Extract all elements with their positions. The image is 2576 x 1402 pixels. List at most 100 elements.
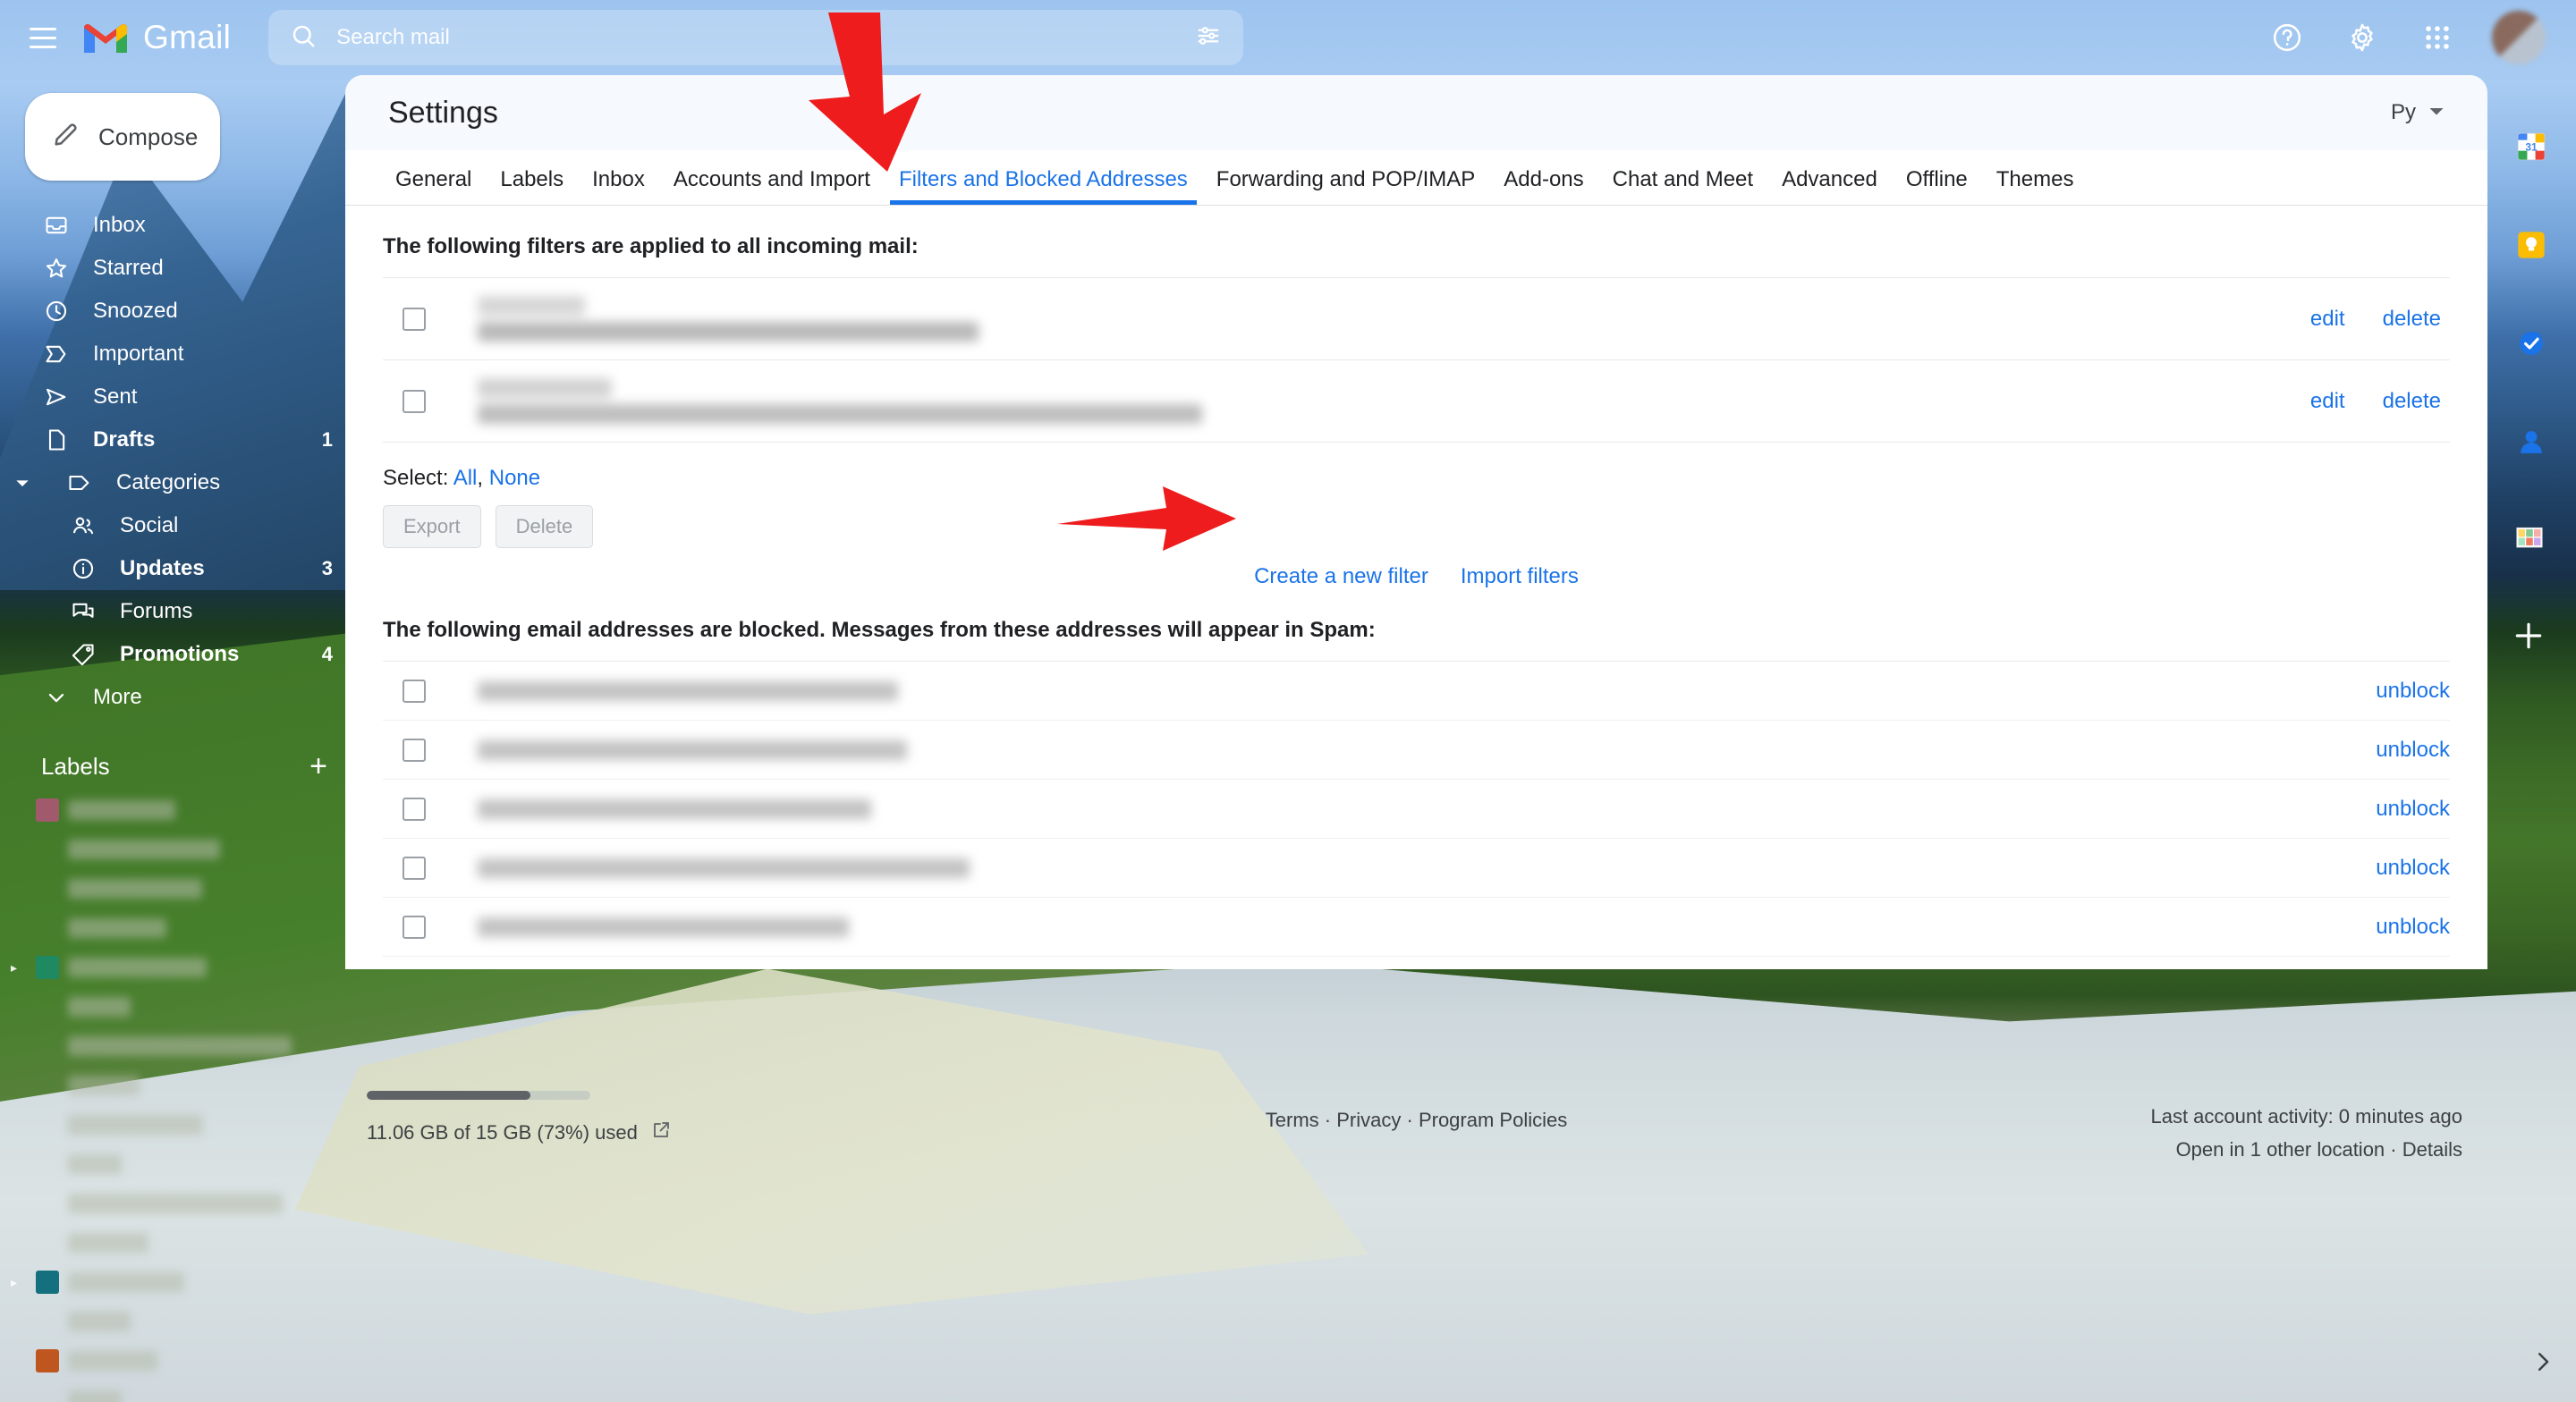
- label-list-item[interactable]: [0, 1184, 358, 1223]
- sidebar-item-sent[interactable]: Sent: [0, 376, 358, 418]
- blocked-row-checkbox[interactable]: [402, 739, 426, 762]
- language-selector[interactable]: Pу: [2391, 100, 2445, 125]
- plus-icon[interactable]: +: [309, 751, 327, 781]
- chevron-down-icon[interactable]: [13, 476, 32, 490]
- account-avatar[interactable]: [2492, 11, 2546, 64]
- sidebar-item-promotions[interactable]: Promotions 4: [0, 633, 358, 676]
- tab-accounts-and-import[interactable]: Accounts and Import: [659, 167, 885, 205]
- tab-advanced[interactable]: Advanced: [1767, 167, 1892, 205]
- filter-row-checkbox[interactable]: [402, 390, 426, 413]
- label-list-item[interactable]: ▸: [0, 948, 358, 987]
- blocked-row-checkbox[interactable]: [402, 857, 426, 880]
- label-color-dot: [36, 1074, 59, 1097]
- sidebar-item-more[interactable]: More: [0, 676, 358, 719]
- export-filters-button[interactable]: Export: [383, 505, 481, 548]
- program-policies-link[interactable]: Program Policies: [1419, 1109, 1567, 1131]
- terms-link[interactable]: Terms: [1266, 1109, 1319, 1131]
- tab-add-ons[interactable]: Add-ons: [1489, 167, 1597, 205]
- google-contacts-icon[interactable]: [2512, 422, 2555, 465]
- chevron-right-icon[interactable]: ▸: [11, 960, 27, 975]
- label-list-item[interactable]: [0, 869, 358, 908]
- add-addon-plus-icon[interactable]: [2512, 619, 2555, 662]
- import-filters-link[interactable]: Import filters: [1461, 564, 1579, 589]
- unblock-link[interactable]: unblock: [2376, 797, 2450, 822]
- search-input[interactable]: [336, 25, 1175, 50]
- edit-filter-link[interactable]: edit: [2310, 389, 2345, 414]
- compose-button[interactable]: Compose: [25, 93, 220, 181]
- sidebar-label: Snoozed: [93, 299, 178, 324]
- label-list-item[interactable]: [0, 830, 358, 869]
- label-list-item[interactable]: [0, 908, 358, 948]
- label-color-dot: [36, 798, 59, 822]
- unblock-link[interactable]: unblock: [2376, 915, 2450, 940]
- delete-filter-link[interactable]: delete: [2383, 389, 2441, 414]
- create-new-filter-link[interactable]: Create a new filter: [1254, 564, 1428, 589]
- blocked-row-checkbox[interactable]: [402, 680, 426, 703]
- marketplace-addon-icon[interactable]: [2512, 520, 2555, 563]
- sidebar-item-categories[interactable]: Categories: [0, 461, 358, 504]
- label-list-item[interactable]: [0, 1066, 358, 1105]
- blocked-row-checkbox[interactable]: [402, 798, 426, 821]
- label-list-item[interactable]: [0, 790, 358, 830]
- help-icon[interactable]: [2267, 17, 2308, 58]
- sidebar-item-updates[interactable]: Updates 3: [0, 547, 358, 590]
- blocked-row-checkbox[interactable]: [402, 916, 426, 939]
- delete-filters-button[interactable]: Delete: [496, 505, 594, 548]
- hamburger-icon[interactable]: [23, 18, 63, 57]
- label-list-item[interactable]: [0, 1223, 358, 1263]
- sidebar-item-snoozed[interactable]: Snoozed: [0, 290, 358, 333]
- sidebar-item-starred[interactable]: Starred: [0, 247, 358, 290]
- label-list-item[interactable]: [0, 1144, 358, 1184]
- sidebar-label: Inbox: [93, 213, 146, 238]
- privacy-link[interactable]: Privacy: [1336, 1109, 1401, 1131]
- gear-icon[interactable]: [2342, 17, 2383, 58]
- label-list-item[interactable]: [0, 1105, 358, 1144]
- label-list-item[interactable]: [0, 987, 358, 1026]
- chevron-right-icon[interactable]: ▸: [11, 1275, 27, 1290]
- sidebar-item-drafts[interactable]: Drafts 1: [0, 418, 358, 461]
- filters-list: edit delete edit delete: [383, 278, 2450, 443]
- tab-filters-and-blocked-addresses[interactable]: Filters and Blocked Addresses: [885, 167, 1202, 205]
- google-calendar-icon[interactable]: 31: [2512, 127, 2555, 170]
- settings-tabs: GeneralLabelsInboxAccounts and ImportFil…: [345, 150, 2487, 206]
- unblock-link[interactable]: unblock: [2376, 679, 2450, 704]
- filter-row-checkbox[interactable]: [402, 308, 426, 331]
- edit-filter-link[interactable]: edit: [2310, 307, 2345, 332]
- label-list-item[interactable]: ▸: [0, 1263, 358, 1302]
- label-list-item[interactable]: [0, 1341, 358, 1381]
- sidebar-item-inbox[interactable]: Inbox: [0, 204, 358, 247]
- label-list-item[interactable]: [0, 1381, 358, 1402]
- filters-button-row: Export Delete: [383, 505, 2450, 548]
- blocked-address-row: unblock: [383, 898, 2450, 957]
- sidebar-item-important[interactable]: Important: [0, 333, 358, 376]
- delete-filter-link[interactable]: delete: [2383, 307, 2441, 332]
- search-options-icon[interactable]: [1195, 22, 1222, 54]
- redacted-label-name: [68, 1194, 283, 1213]
- label-color-dot: [36, 916, 59, 940]
- unblock-link[interactable]: unblock: [2376, 738, 2450, 763]
- redacted-label-name: [68, 840, 220, 859]
- gmail-brand[interactable]: Gmail: [82, 19, 231, 56]
- google-keep-icon[interactable]: [2512, 225, 2555, 268]
- tab-chat-and-meet[interactable]: Chat and Meet: [1598, 167, 1767, 205]
- tab-forwarding-and-pop-imap[interactable]: Forwarding and POP/IMAP: [1202, 167, 1489, 205]
- unblock-link[interactable]: unblock: [2376, 856, 2450, 881]
- tab-general[interactable]: General: [381, 167, 486, 205]
- brand-label: Gmail: [143, 19, 231, 56]
- search-bar[interactable]: [268, 10, 1243, 65]
- redacted-email-address: [478, 675, 898, 707]
- google-tasks-icon[interactable]: [2512, 324, 2555, 367]
- tab-labels[interactable]: Labels: [486, 167, 578, 205]
- apps-grid-icon[interactable]: [2417, 17, 2458, 58]
- label-list-item[interactable]: [0, 1026, 358, 1066]
- sidebar-item-social[interactable]: Social: [0, 504, 358, 547]
- label-list-item[interactable]: [0, 1302, 358, 1341]
- tab-offline[interactable]: Offline: [1892, 167, 1982, 205]
- activity-details-link[interactable]: Details: [2402, 1138, 2462, 1161]
- clock-icon: [43, 298, 70, 325]
- tab-themes[interactable]: Themes: [1982, 167, 2089, 205]
- sidebar-item-forums[interactable]: Forums: [0, 590, 358, 633]
- select-all-filters-link[interactable]: All: [453, 466, 478, 490]
- select-none-filters-link[interactable]: None: [489, 466, 540, 490]
- tab-inbox[interactable]: Inbox: [578, 167, 659, 205]
